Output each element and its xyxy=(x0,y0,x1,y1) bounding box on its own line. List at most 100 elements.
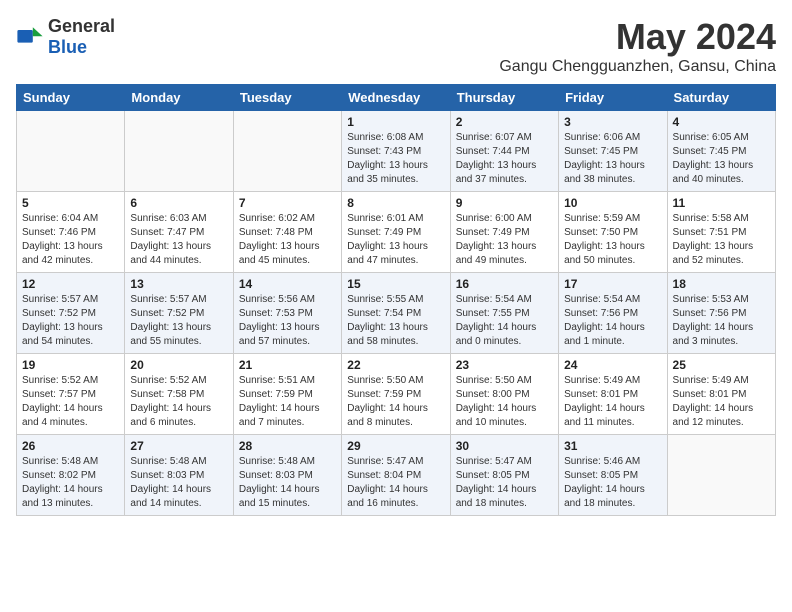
day-info: Sunrise: 5:53 AMSunset: 7:56 PMDaylight:… xyxy=(673,293,770,349)
day-info: Sunrise: 5:52 AMSunset: 7:57 PMDaylight:… xyxy=(22,374,119,430)
day-cell-30: 30 Sunrise: 5:47 AMSunset: 8:05 PMDayligh… xyxy=(450,435,558,516)
day-info: Sunrise: 5:58 AMSunset: 7:51 PMDaylight:… xyxy=(673,212,770,268)
day-cell-6: 6 Sunrise: 6:03 AMSunset: 7:47 PMDaylight… xyxy=(125,192,233,273)
title-block: May 2024 Gangu Chengguanzhen, Gansu, Chi… xyxy=(499,16,776,76)
day-number: 8 xyxy=(347,196,444,210)
day-cell-29: 29 Sunrise: 5:47 AMSunset: 8:04 PMDayligh… xyxy=(342,435,450,516)
day-info: Sunrise: 5:50 AMSunset: 8:00 PMDaylight:… xyxy=(456,374,553,430)
day-number: 5 xyxy=(22,196,119,210)
day-info: Sunrise: 5:59 AMSunset: 7:50 PMDaylight:… xyxy=(564,212,661,268)
day-info: Sunrise: 5:48 AMSunset: 8:03 PMDaylight:… xyxy=(130,455,227,511)
day-number: 3 xyxy=(564,115,661,129)
day-header-tuesday: Tuesday xyxy=(233,85,341,111)
day-info: Sunrise: 5:48 AMSunset: 8:02 PMDaylight:… xyxy=(22,455,119,511)
logo-general-text: General xyxy=(48,16,115,36)
day-cell-12: 12Sunrise: 5:57 AMSunset: 7:52 PMDayligh… xyxy=(17,273,125,354)
day-info: Sunrise: 6:07 AMSunset: 7:44 PMDaylight:… xyxy=(456,131,553,187)
day-cell-14: 14Sunrise: 5:56 AMSunset: 7:53 PMDayligh… xyxy=(233,273,341,354)
day-info: Sunrise: 6:08 AMSunset: 7:43 PMDaylight:… xyxy=(347,131,444,187)
day-number: 6 xyxy=(130,196,227,210)
day-cell-10: 10 Sunrise: 5:59 AMSunset: 7:50 PMDayligh… xyxy=(559,192,667,273)
day-info: Sunrise: 5:52 AMSunset: 7:58 PMDaylight:… xyxy=(130,374,227,430)
day-number: 4 xyxy=(673,115,770,129)
day-cell-4: 4 Sunrise: 6:05 AMSunset: 7:45 PMDaylight… xyxy=(667,111,775,192)
empty-cell xyxy=(233,111,341,192)
day-cell-9: 9 Sunrise: 6:00 AMSunset: 7:49 PMDaylight… xyxy=(450,192,558,273)
day-info: Sunrise: 5:50 AMSunset: 7:59 PMDaylight:… xyxy=(347,374,444,430)
day-info: Sunrise: 5:49 AMSunset: 8:01 PMDaylight:… xyxy=(564,374,661,430)
day-number: 10 xyxy=(564,196,661,210)
day-number: 30 xyxy=(456,439,553,453)
day-cell-24: 24Sunrise: 5:49 AMSunset: 8:01 PMDayligh… xyxy=(559,354,667,435)
day-info: Sunrise: 6:01 AMSunset: 7:49 PMDaylight:… xyxy=(347,212,444,268)
day-number: 9 xyxy=(456,196,553,210)
day-info: Sunrise: 5:49 AMSunset: 8:01 PMDaylight:… xyxy=(673,374,770,430)
week-row-5: 26 Sunrise: 5:48 AMSunset: 8:02 PMDayligh… xyxy=(17,435,776,516)
day-number: 13 xyxy=(130,277,227,291)
logo: General Blue xyxy=(16,16,115,58)
day-info: Sunrise: 5:57 AMSunset: 7:52 PMDaylight:… xyxy=(130,293,227,349)
day-number: 22 xyxy=(347,358,444,372)
day-cell-13: 13 Sunrise: 5:57 AMSunset: 7:52 PMDayligh… xyxy=(125,273,233,354)
day-cell-27: 27 Sunrise: 5:48 AMSunset: 8:03 PMDayligh… xyxy=(125,435,233,516)
day-info: Sunrise: 6:00 AMSunset: 7:49 PMDaylight:… xyxy=(456,212,553,268)
day-info: Sunrise: 5:51 AMSunset: 7:59 PMDaylight:… xyxy=(239,374,336,430)
day-info: Sunrise: 5:54 AMSunset: 7:55 PMDaylight:… xyxy=(456,293,553,349)
day-number: 15 xyxy=(347,277,444,291)
day-number: 18 xyxy=(673,277,770,291)
day-cell-3: 3Sunrise: 6:06 AMSunset: 7:45 PMDaylight… xyxy=(559,111,667,192)
day-number: 2 xyxy=(456,115,553,129)
day-number: 1 xyxy=(347,115,444,129)
day-number: 25 xyxy=(673,358,770,372)
day-number: 19 xyxy=(22,358,119,372)
day-header-saturday: Saturday xyxy=(667,85,775,111)
day-number: 16 xyxy=(456,277,553,291)
calendar-subtitle: Gangu Chengguanzhen, Gansu, China xyxy=(499,58,776,76)
day-cell-31: 31Sunrise: 5:46 AMSunset: 8:05 PMDayligh… xyxy=(559,435,667,516)
day-cell-7: 7Sunrise: 6:02 AMSunset: 7:48 PMDaylight… xyxy=(233,192,341,273)
day-number: 31 xyxy=(564,439,661,453)
day-cell-28: 28Sunrise: 5:48 AMSunset: 8:03 PMDayligh… xyxy=(233,435,341,516)
day-number: 12 xyxy=(22,277,119,291)
day-cell-22: 22 Sunrise: 5:50 AMSunset: 7:59 PMDayligh… xyxy=(342,354,450,435)
day-info: Sunrise: 5:47 AMSunset: 8:04 PMDaylight:… xyxy=(347,455,444,511)
day-header-thursday: Thursday xyxy=(450,85,558,111)
day-cell-25: 25 Sunrise: 5:49 AMSunset: 8:01 PMDayligh… xyxy=(667,354,775,435)
calendar-title: May 2024 xyxy=(499,16,776,58)
day-info: Sunrise: 6:04 AMSunset: 7:46 PMDaylight:… xyxy=(22,212,119,268)
day-number: 14 xyxy=(239,277,336,291)
day-cell-15: 15Sunrise: 5:55 AMSunset: 7:54 PMDayligh… xyxy=(342,273,450,354)
day-header-friday: Friday xyxy=(559,85,667,111)
day-number: 11 xyxy=(673,196,770,210)
day-cell-1: 1 Sunrise: 6:08 AMSunset: 7:43 PMDaylight… xyxy=(342,111,450,192)
day-header-monday: Monday xyxy=(125,85,233,111)
day-cell-19: 19 Sunrise: 5:52 AMSunset: 7:57 PMDayligh… xyxy=(17,354,125,435)
day-number: 20 xyxy=(130,358,227,372)
day-cell-26: 26 Sunrise: 5:48 AMSunset: 8:02 PMDayligh… xyxy=(17,435,125,516)
week-row-4: 19 Sunrise: 5:52 AMSunset: 7:57 PMDayligh… xyxy=(17,354,776,435)
day-cell-2: 2 Sunrise: 6:07 AMSunset: 7:44 PMDaylight… xyxy=(450,111,558,192)
day-number: 7 xyxy=(239,196,336,210)
empty-cell xyxy=(125,111,233,192)
day-number: 27 xyxy=(130,439,227,453)
day-cell-23: 23Sunrise: 5:50 AMSunset: 8:00 PMDayligh… xyxy=(450,354,558,435)
day-number: 21 xyxy=(239,358,336,372)
day-info: Sunrise: 6:03 AMSunset: 7:47 PMDaylight:… xyxy=(130,212,227,268)
day-info: Sunrise: 5:48 AMSunset: 8:03 PMDaylight:… xyxy=(239,455,336,511)
day-info: Sunrise: 5:47 AMSunset: 8:05 PMDaylight:… xyxy=(456,455,553,511)
day-number: 17 xyxy=(564,277,661,291)
day-cell-21: 21 Sunrise: 5:51 AMSunset: 7:59 PMDayligh… xyxy=(233,354,341,435)
day-cell-16: 16 Sunrise: 5:54 AMSunset: 7:55 PMDayligh… xyxy=(450,273,558,354)
day-info: Sunrise: 6:05 AMSunset: 7:45 PMDaylight:… xyxy=(673,131,770,187)
logo-blue-text: Blue xyxy=(48,37,87,57)
day-cell-5: 5 Sunrise: 6:04 AMSunset: 7:46 PMDaylight… xyxy=(17,192,125,273)
day-number: 26 xyxy=(22,439,119,453)
week-row-2: 5 Sunrise: 6:04 AMSunset: 7:46 PMDaylight… xyxy=(17,192,776,273)
day-header-wednesday: Wednesday xyxy=(342,85,450,111)
logo-icon xyxy=(16,23,44,51)
day-number: 29 xyxy=(347,439,444,453)
page-header: General Blue May 2024 Gangu Chengguanzhe… xyxy=(16,16,776,76)
days-header-row: SundayMondayTuesdayWednesdayThursdayFrid… xyxy=(17,85,776,111)
day-info: Sunrise: 5:54 AMSunset: 7:56 PMDaylight:… xyxy=(564,293,661,349)
week-row-1: 1 Sunrise: 6:08 AMSunset: 7:43 PMDaylight… xyxy=(17,111,776,192)
